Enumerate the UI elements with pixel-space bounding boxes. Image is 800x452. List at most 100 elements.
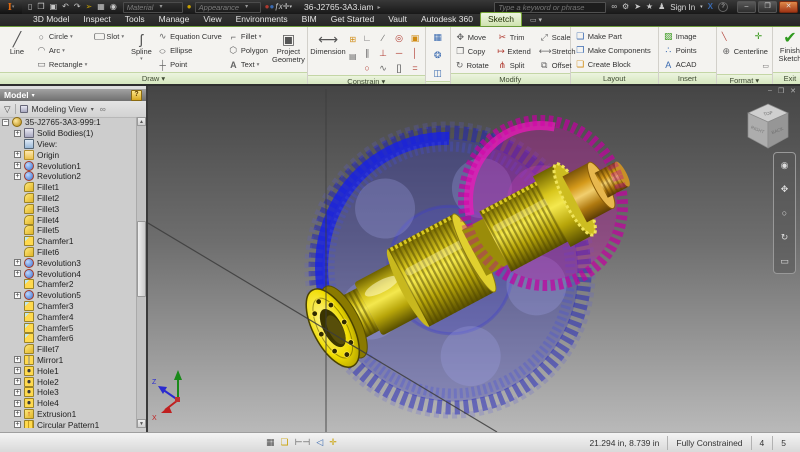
measure-icon[interactable]: ✛: [283, 2, 290, 12]
tree-expander-icon[interactable]: +: [14, 421, 21, 428]
tree-expander-icon[interactable]: +: [14, 173, 21, 180]
tree-item-extrusion1[interactable]: +Extrusion1: [0, 409, 136, 420]
communication-center-icon[interactable]: ∞: [611, 2, 617, 12]
tree-item-mirror1[interactable]: +Mirror1: [0, 355, 136, 366]
appearance-select[interactable]: Appearance▾: [195, 2, 261, 13]
arc-button[interactable]: ◠Arc▾: [34, 44, 90, 57]
vertical-constraint-button[interactable]: │: [408, 46, 423, 60]
scroll-down-arrow[interactable]: ▼: [137, 419, 146, 428]
open-icon[interactable]: ❒: [37, 2, 44, 12]
undo-icon[interactable]: ↶: [62, 2, 69, 12]
tree-item-solid-bodies-1[interactable]: +Solid Bodies(1): [0, 128, 136, 139]
collinear-constraint-button[interactable]: ∕: [376, 31, 391, 45]
redo-icon[interactable]: ↷: [74, 2, 81, 12]
zoom-icon[interactable]: ○: [782, 208, 787, 218]
scale-button[interactable]: ⤢Scale: [537, 31, 575, 44]
filter-icon[interactable]: ▽: [4, 104, 11, 115]
browser-header[interactable]: Model▾ ?: [0, 89, 146, 101]
tree-item-revolution5[interactable]: +Revolution5: [0, 290, 136, 301]
split-button[interactable]: ⋔Split: [495, 59, 533, 72]
navigation-bar[interactable]: ◉✥○↻▭: [773, 152, 796, 274]
select-icon[interactable]: ✛: [329, 437, 337, 448]
tab-inspect[interactable]: Inspect: [76, 13, 117, 26]
panel-label-draw[interactable]: Draw ▾: [0, 72, 307, 84]
make-components-button[interactable]: ❒Make Components: [573, 44, 656, 57]
favorites-icon[interactable]: ★: [646, 2, 653, 12]
driven-dimension-icon[interactable]: ▭: [761, 59, 770, 74]
view-mode-select[interactable]: Modeling View: [32, 104, 87, 114]
tree-expander-icon[interactable]: +: [14, 270, 21, 277]
trim-button[interactable]: ✂Trim: [495, 31, 533, 44]
rotate-button[interactable]: ↻Rotate: [453, 59, 491, 72]
rectangular-pattern-icon[interactable]: ▦: [432, 30, 443, 45]
capture-icon[interactable]: ▦: [97, 2, 105, 12]
tree-expander-icon[interactable]: +: [14, 151, 21, 158]
chevron-down-icon[interactable]: ▾: [700, 2, 703, 12]
navigation-wheel-icon[interactable]: ◉: [781, 160, 789, 170]
text-button[interactable]: AText▾: [226, 58, 270, 71]
tree-item-hole3[interactable]: +Hole3: [0, 387, 136, 398]
spline-button[interactable]: ʃ Spline ▾: [130, 29, 154, 62]
scroll-thumb[interactable]: [137, 221, 146, 297]
dimension-settings-icon[interactable]: ▤: [348, 49, 358, 64]
tree-item-fillet7[interactable]: +Fillet7: [0, 344, 136, 355]
tab-view[interactable]: View: [196, 13, 228, 26]
exchange-apps-icon[interactable]: X: [708, 2, 713, 12]
circle-button[interactable]: ○Circle▾: [34, 30, 90, 43]
tree-item-view[interactable]: +View:: [0, 139, 136, 150]
send-icon[interactable]: ➤: [634, 2, 641, 12]
tree-item-fillet6[interactable]: +Fillet6: [0, 247, 136, 258]
browser-scrollbar[interactable]: ▲ ▼: [136, 117, 146, 428]
graphics-viewport[interactable]: Z X – ❒ ✕ TOP RIGHT BACK ◉✥○↻▭: [148, 86, 800, 432]
save-icon[interactable]: ▣: [50, 2, 58, 12]
tree-item-chamfer1[interactable]: +Chamfer1: [0, 236, 136, 247]
smooth-constraint-button[interactable]: ∿: [376, 61, 391, 75]
symmetric-constraint-button[interactable]: []: [392, 61, 407, 75]
tree-expander-icon[interactable]: +: [14, 389, 21, 396]
rectangle-button[interactable]: ▭Rectangle▾: [34, 58, 90, 71]
line-button[interactable]: ╱ Line: [2, 29, 32, 56]
tree-expander-icon[interactable]: +: [14, 400, 21, 407]
qat-customize-icon[interactable]: ▾: [289, 2, 292, 12]
doc-close-button[interactable]: ✕: [790, 87, 796, 95]
tree-expander-icon[interactable]: +: [14, 410, 21, 417]
tree-item-origin[interactable]: +Origin: [0, 149, 136, 160]
polygon-button[interactable]: ⬡Polygon: [226, 44, 270, 57]
tree-item-chamfer5[interactable]: +Chamfer5: [0, 322, 136, 333]
tree-item-chamfer4[interactable]: +Chamfer4: [0, 311, 136, 322]
tree-item-hole2[interactable]: +Hole2: [0, 376, 136, 387]
tree-expander-icon[interactable]: +: [14, 378, 21, 385]
tree-item-hole4[interactable]: +Hole4: [0, 398, 136, 409]
horizontal-constraint-button[interactable]: ─: [392, 46, 407, 60]
move-button[interactable]: ✥Move: [453, 31, 491, 44]
tree-item-fillet3[interactable]: +Fillet3: [0, 203, 136, 214]
restore-button[interactable]: ❒: [758, 1, 777, 13]
tree-expander-icon[interactable]: +: [14, 259, 21, 266]
points-button[interactable]: ∴Points: [661, 44, 714, 57]
point-button[interactable]: ┼Point: [155, 58, 224, 71]
tree-item-revolution3[interactable]: +Revolution3: [0, 257, 136, 268]
tab-get-started[interactable]: Get Started: [324, 13, 381, 26]
doc-restore-button[interactable]: ❒: [778, 87, 784, 95]
create-block-button[interactable]: ❏Create Block: [573, 58, 656, 71]
tree-item-chamfer2[interactable]: +Chamfer2: [0, 279, 136, 290]
browser-help-icon[interactable]: ?: [131, 90, 142, 101]
image-button[interactable]: ▨Image: [661, 30, 714, 43]
dimension-display-icon[interactable]: ⊢⊣: [295, 437, 311, 448]
graphics-slice-icon[interactable]: ◁: [316, 437, 323, 448]
ellipse-button[interactable]: ○Ellipse: [155, 44, 224, 57]
stretch-button[interactable]: ⟷Stretch: [537, 45, 575, 58]
tab-autodesk-360[interactable]: Autodesk 360: [414, 13, 480, 26]
tree-expander-icon[interactable]: +: [14, 130, 21, 137]
finish-sketch-button[interactable]: ✔ Finish Sketch: [775, 29, 800, 63]
slot-button[interactable]: ▢Slot▾: [91, 30, 127, 43]
material-select[interactable]: Material▾: [123, 2, 183, 13]
wrench-icon[interactable]: ⚙: [622, 2, 629, 12]
tree-item-revolution2[interactable]: +Revolution2: [0, 171, 136, 182]
project-geometry-button[interactable]: ▣ Project Geometry: [272, 29, 305, 64]
coincident-constraint-button[interactable]: ∟: [360, 31, 375, 45]
orbit-icon[interactable]: ↻: [781, 232, 789, 242]
tree-expander-icon[interactable]: +: [14, 367, 21, 374]
tree-item-fillet4[interactable]: +Fillet4: [0, 214, 136, 225]
tree-item-revolution1[interactable]: +Revolution1: [0, 160, 136, 171]
